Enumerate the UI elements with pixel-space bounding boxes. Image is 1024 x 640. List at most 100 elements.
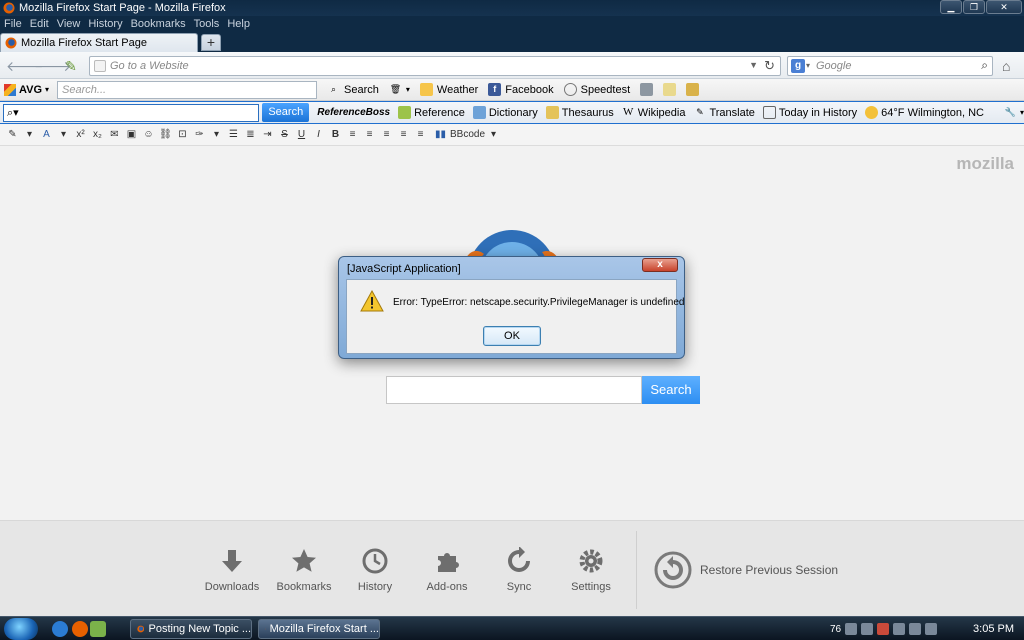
engine-dropdown-icon[interactable]: ▾ (806, 61, 810, 70)
task-posting-new-topic[interactable]: Posting New Topic ... (130, 619, 252, 639)
code-icon[interactable]: ⊡ (174, 127, 191, 143)
font-color-button[interactable]: A (38, 127, 55, 143)
options-button[interactable] (686, 83, 700, 96)
ref-tools-button[interactable]: 🔧 ▾ (1004, 106, 1024, 119)
main-search-input[interactable] (386, 376, 642, 404)
internet-explorer-icon[interactable] (52, 621, 68, 637)
indent-icon[interactable]: ⇥ (259, 127, 276, 143)
numbered-list-icon[interactable]: ≣ (242, 127, 259, 143)
menu-help[interactable]: Help (227, 18, 250, 30)
avg-search-input[interactable]: Search... (57, 80, 318, 99)
align-justify-icon[interactable]: ≡ (412, 127, 429, 143)
ref-today-in-history[interactable]: Today in History (762, 106, 857, 119)
subscript-button[interactable]: x₂ (89, 127, 106, 143)
ref-translate[interactable]: ✎ Translate (693, 106, 755, 119)
link-icon[interactable]: ⛓ (157, 127, 174, 143)
weather-button[interactable]: Weather (419, 83, 478, 96)
email-icon[interactable]: ✉ (106, 127, 123, 143)
menu-file[interactable]: File (4, 18, 22, 30)
underline-button[interactable]: U (293, 127, 310, 143)
launcher-sync[interactable]: Sync (483, 547, 555, 593)
notepad-button[interactable] (663, 83, 677, 96)
launcher-bookmarks[interactable]: Bookmarks (268, 547, 340, 593)
chevron-down-icon: ▾ (1019, 108, 1024, 117)
chevron-down-icon[interactable]: ▾ (55, 127, 72, 143)
minimize-button[interactable]: ▁ (940, 0, 962, 14)
reference-search-button[interactable]: Search (262, 103, 310, 122)
highlight-icon[interactable]: ✑ (191, 127, 208, 143)
dialog-close-button[interactable]: x (642, 258, 678, 272)
align-left-icon[interactable]: ≡ (361, 127, 378, 143)
close-window-button[interactable]: ✕ (986, 0, 1022, 14)
menu-view[interactable]: View (57, 18, 81, 30)
launcher-downloads[interactable]: Downloads (196, 547, 268, 593)
battery-icon[interactable] (925, 623, 938, 635)
ref-dictionary[interactable]: Dictionary (472, 106, 538, 119)
home-icon[interactable]: ⌂ (1002, 58, 1010, 74)
menu-bookmarks[interactable]: Bookmarks (131, 18, 186, 30)
ref-reference[interactable]: Reference (398, 106, 465, 119)
menu-tools[interactable]: Tools (194, 18, 220, 30)
superscript-button[interactable]: x² (72, 127, 89, 143)
notepad-icon (663, 83, 677, 96)
facebook-button[interactable]: f Facebook (488, 83, 554, 96)
tray-app-icon[interactable] (861, 623, 874, 635)
forward-arrow-icon[interactable]: 🡒 (34, 57, 72, 75)
bold-button[interactable]: B (327, 127, 344, 143)
speedtest-button[interactable]: Speedtest (563, 83, 630, 96)
options-icon (686, 83, 700, 96)
align-right-icon[interactable]: ≡ (395, 127, 412, 143)
search-icon[interactable]: ⌕ (981, 58, 988, 73)
chevron-down-icon: ▾ (405, 85, 410, 94)
bullet-list-icon[interactable]: ☰ (225, 127, 242, 143)
tab-firefox-start[interactable]: Mozilla Firefox Start Page (0, 33, 198, 52)
bbcode-menu[interactable]: BBcode (450, 127, 485, 143)
reference-search-input[interactable]: ⌕▾ (3, 103, 260, 122)
align-center-icon[interactable]: ≡ (378, 127, 395, 143)
calculator-button[interactable] (640, 83, 654, 96)
ref-weather[interactable]: 64°F Wilmington, NC (865, 106, 984, 119)
strikethrough-button[interactable]: S (276, 127, 293, 143)
back-arrow-icon[interactable]: 🡐 (6, 57, 44, 75)
url-bar[interactable]: Go to a Website ▼ ↻ (89, 56, 781, 76)
tray-badge[interactable]: 76 (830, 624, 841, 635)
google-icon[interactable]: g (791, 59, 805, 73)
ref-wikipedia[interactable]: W Wikipedia (622, 106, 685, 119)
pencil-icon[interactable]: ✎ (4, 127, 21, 143)
launcher-addons[interactable]: Add-ons (411, 547, 483, 593)
network-icon[interactable] (845, 623, 858, 635)
sync-icon (508, 547, 530, 572)
chevron-down-icon[interactable]: ▾ (208, 127, 225, 143)
maximize-button[interactable]: ❐ (963, 0, 985, 14)
start-button[interactable] (4, 618, 38, 640)
menu-edit[interactable]: Edit (30, 18, 49, 30)
search-engine-box[interactable]: g ▾ Google ⌕ (787, 56, 993, 76)
restore-session-button[interactable]: Restore Previous Session (654, 551, 838, 589)
new-tab-button[interactable]: + (201, 34, 221, 51)
bookmark-star-icon[interactable]: ✎ (62, 57, 80, 75)
security-icon[interactable] (877, 623, 890, 635)
main-search-button[interactable]: Search (642, 376, 700, 404)
tray-app-icon[interactable] (893, 623, 906, 635)
avg-search-button[interactable]: ⌕ Search (327, 83, 379, 96)
launcher-settings[interactable]: Settings (555, 547, 627, 593)
justify-icon[interactable]: ≡ (344, 127, 361, 143)
app-quicklaunch-icon[interactable] (90, 621, 106, 637)
italic-button[interactable]: I (310, 127, 327, 143)
avg-logo[interactable]: AVG ▾ (4, 83, 49, 96)
referenceboss-logo[interactable]: ReferenceBoss (317, 107, 390, 118)
reload-icon[interactable]: ↻ (764, 58, 775, 74)
image-icon[interactable]: ▣ (123, 127, 140, 143)
ref-thesaurus[interactable]: Thesaurus (545, 106, 614, 119)
dropdown-arrow-icon[interactable]: ▼ (749, 60, 758, 70)
ok-button[interactable]: OK (483, 326, 541, 346)
task-firefox-start[interactable]: Mozilla Firefox Start ... (258, 619, 380, 639)
menu-history[interactable]: History (88, 18, 122, 30)
volume-icon[interactable] (909, 623, 922, 635)
smiley-icon[interactable]: ☺ (140, 127, 157, 143)
launcher-history[interactable]: History (339, 547, 411, 593)
chevron-down-icon[interactable]: ▾ (21, 127, 38, 143)
trash-button[interactable]: 🗑 ▾ (389, 83, 410, 96)
firefox-quicklaunch-icon[interactable] (72, 621, 88, 637)
chevron-down-icon[interactable]: ▾ (485, 127, 502, 143)
